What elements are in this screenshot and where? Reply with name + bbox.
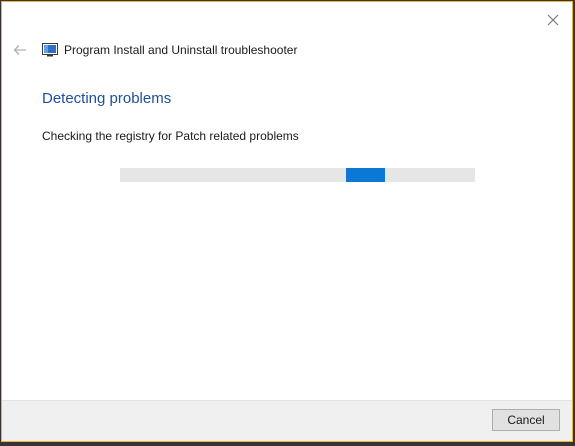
back-button[interactable] [10,40,30,60]
wizard-header: Program Install and Uninstall troublesho… [10,38,297,62]
footer-bar: Cancel [2,400,572,441]
close-button[interactable] [542,10,564,30]
cancel-button[interactable]: Cancel [492,409,560,431]
status-message: Checking the registry for Patch related … [42,129,299,143]
progress-bar [120,168,475,182]
troubleshooter-window: Program Install and Uninstall troublesho… [1,1,573,442]
window-title: Program Install and Uninstall troublesho… [64,43,298,57]
back-arrow-icon [13,45,26,55]
troubleshooter-app-icon [42,43,58,57]
page-heading: Detecting problems [42,90,172,107]
progress-indicator [346,168,385,182]
close-icon [547,14,559,26]
